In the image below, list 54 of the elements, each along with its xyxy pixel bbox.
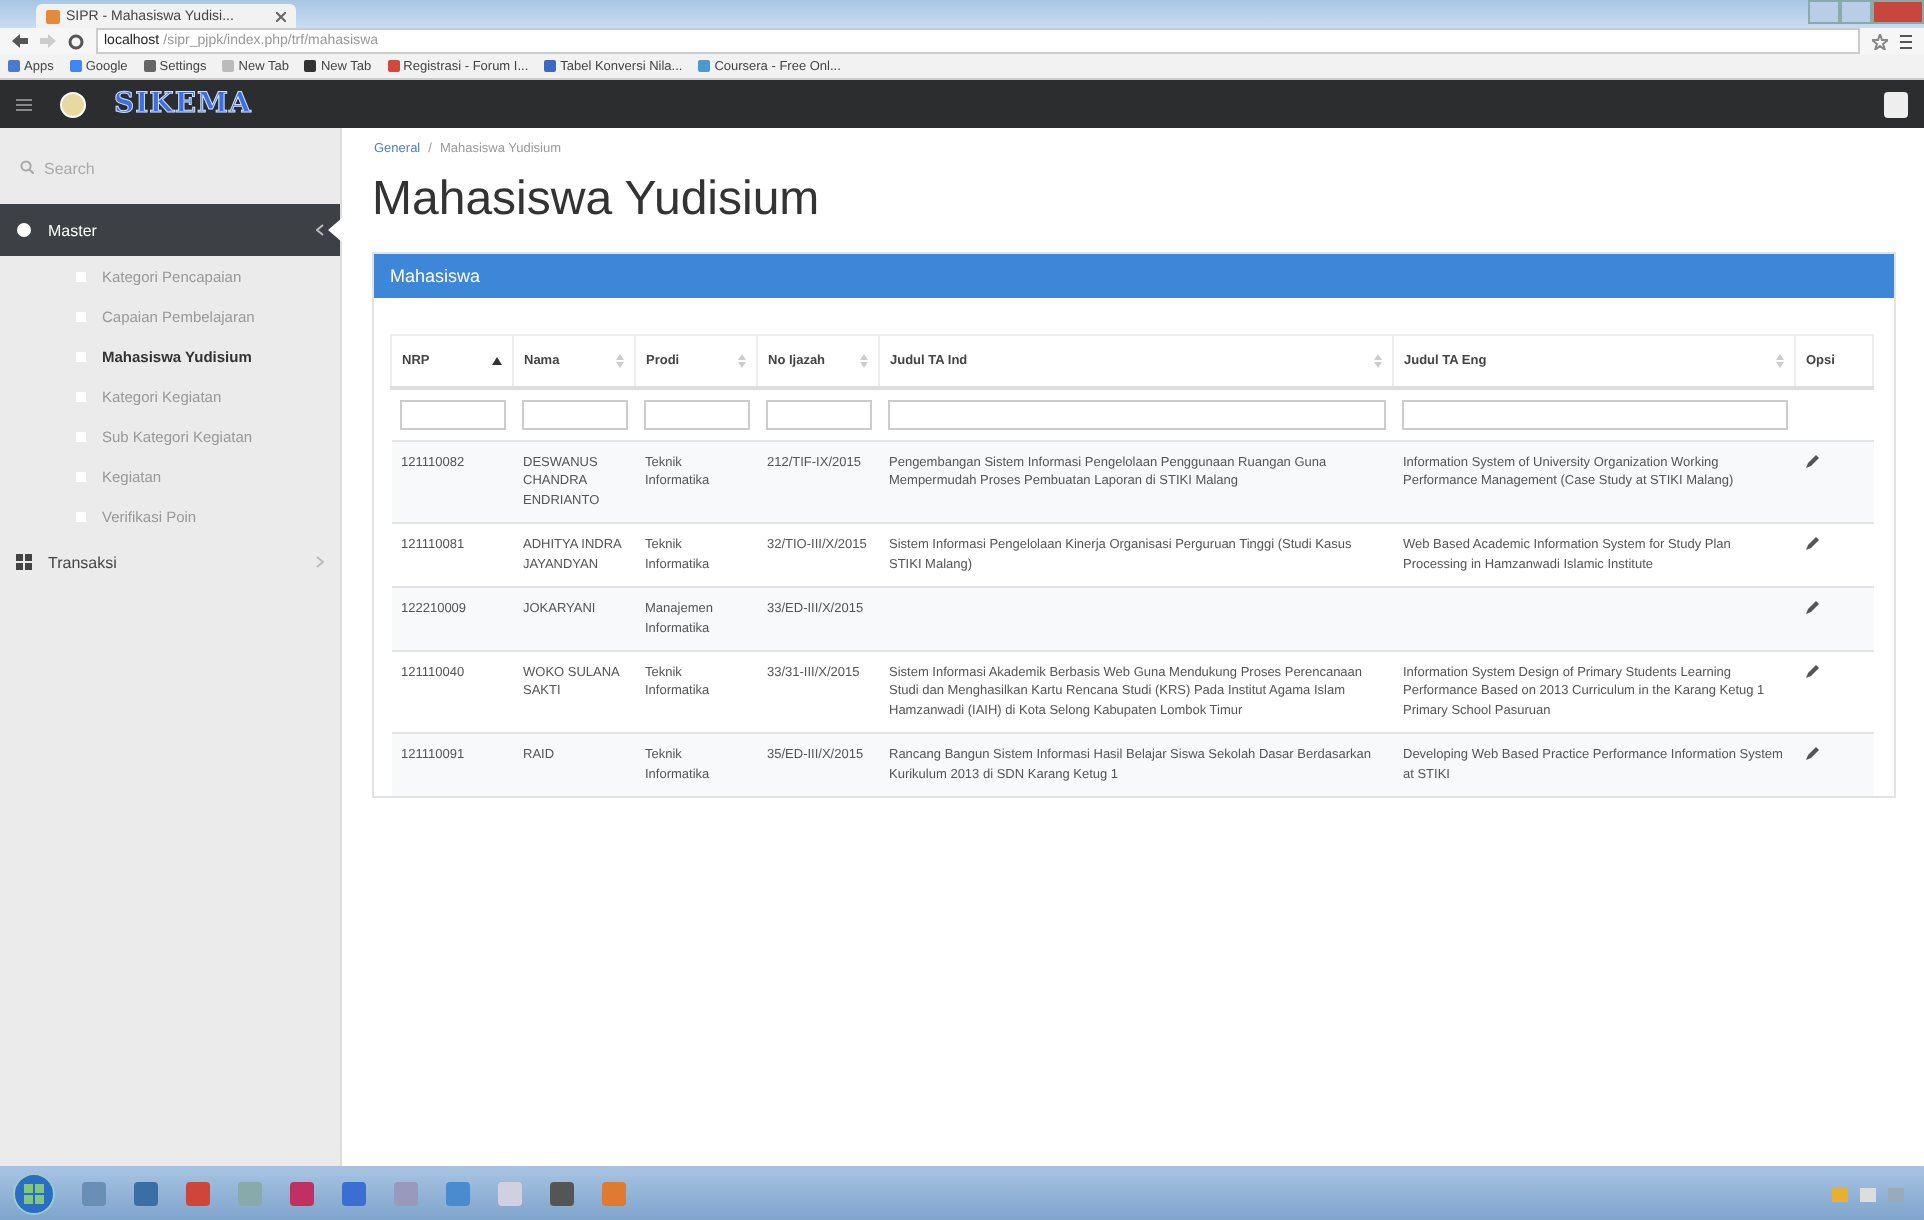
logo-icon	[60, 91, 86, 117]
active-notch-icon	[328, 218, 342, 242]
grid-icon	[16, 554, 32, 570]
filter-field[interactable]	[765, 400, 871, 430]
filter-field[interactable]	[643, 400, 749, 430]
start-icon[interactable]	[12, 1171, 56, 1215]
filter-field[interactable]	[399, 400, 505, 430]
taskbar-app-icon[interactable]	[132, 1179, 160, 1207]
taskbar-app-icon[interactable]	[288, 1179, 316, 1207]
taskbar-app-icon[interactable]	[80, 1179, 108, 1207]
bookmark-icon	[698, 60, 711, 72]
maximize-button[interactable]	[1840, 0, 1872, 24]
menu-icon[interactable]	[1900, 33, 1912, 49]
search-icon	[20, 160, 34, 174]
edit-icon[interactable]	[1805, 663, 1819, 678]
bookmark-icon	[8, 60, 20, 72]
menu-item[interactable]: Transaksi	[0, 536, 340, 588]
panel-header: Mahasiswa	[374, 254, 1894, 298]
taskbar-app-icon[interactable]	[548, 1179, 576, 1207]
edit-icon[interactable]	[1805, 454, 1819, 468]
page-title: Mahasiswa Yudisium	[372, 172, 822, 228]
reload-icon[interactable]	[68, 33, 84, 49]
taskbar-app-icon[interactable]	[444, 1179, 472, 1207]
filter-field[interactable]	[887, 400, 1385, 430]
sort-icon[interactable]	[1776, 354, 1784, 368]
star-icon[interactable]	[1872, 33, 1888, 49]
sort-icon[interactable]	[1374, 354, 1382, 368]
close-icon[interactable]	[276, 11, 286, 21]
close-button[interactable]	[1872, 0, 1924, 24]
bookmark-icon	[69, 60, 82, 72]
sort-icon[interactable]	[738, 354, 746, 368]
page-icon	[46, 9, 60, 23]
sort-icon[interactable]	[616, 354, 624, 368]
back-icon[interactable]	[12, 34, 28, 48]
bookmark-icon	[544, 60, 557, 72]
sort-icon[interactable]	[860, 354, 868, 368]
filter-field[interactable]	[1401, 400, 1787, 430]
menu-item[interactable]: Master	[0, 204, 340, 256]
edit-icon[interactable]	[1805, 746, 1819, 761]
taskbar-app-icon[interactable]	[340, 1179, 368, 1207]
menu-icon[interactable]	[16, 97, 32, 111]
bookmark-icon	[143, 60, 156, 72]
edit-icon[interactable]	[1805, 600, 1819, 615]
brand-logo: SIKEMA	[114, 88, 252, 120]
edit-icon[interactable]	[1805, 536, 1819, 551]
bookmark-icon	[222, 60, 235, 72]
sort-ascending-icon[interactable]	[492, 356, 502, 366]
forward-icon[interactable]	[40, 34, 56, 48]
minimize-button[interactable]	[1808, 0, 1840, 24]
bookmark-icon	[387, 60, 400, 72]
bookmark-icon	[304, 60, 317, 72]
search-field[interactable]: Search	[16, 152, 328, 184]
taskbar-app-icon[interactable]	[184, 1179, 212, 1207]
filter-field[interactable]	[521, 400, 627, 430]
